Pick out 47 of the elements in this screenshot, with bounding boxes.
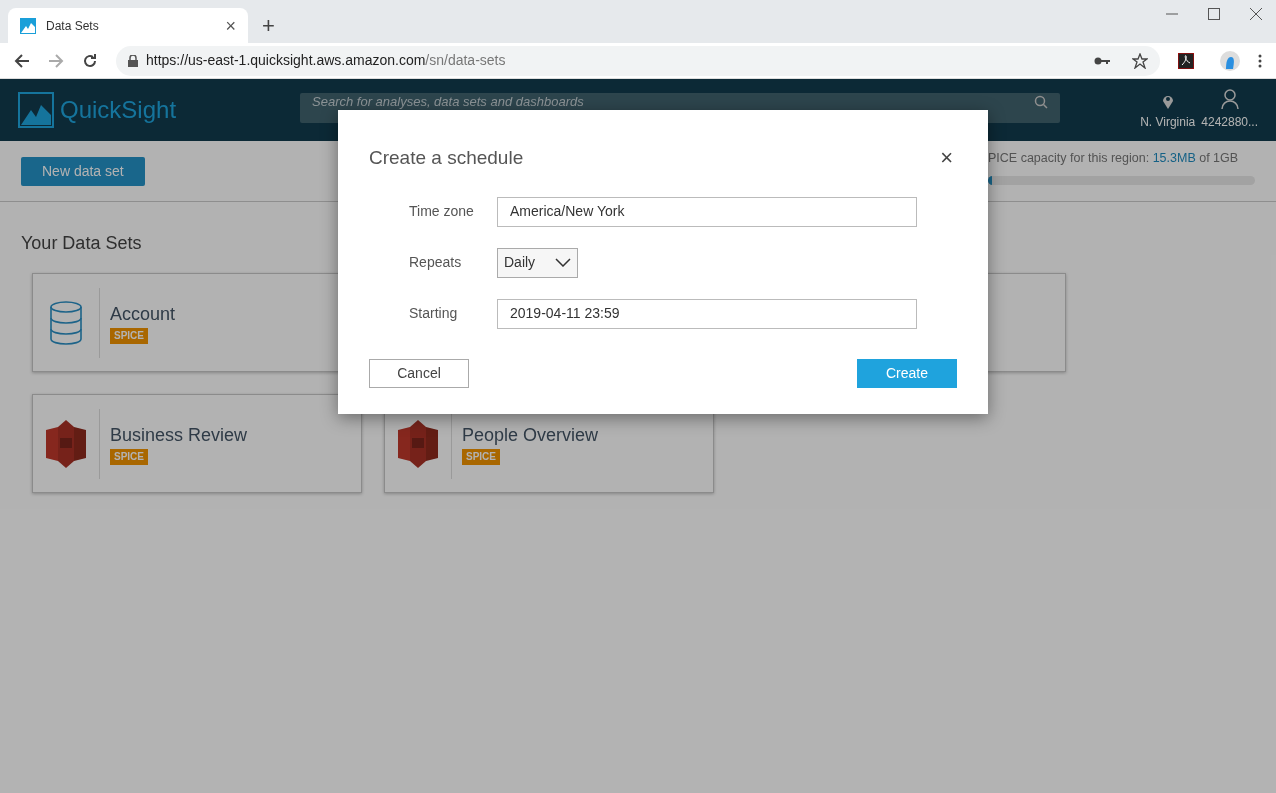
- search-placeholder: Search for analyses, data sets and dashboards: [312, 95, 585, 109]
- spice-label: SPICE: [110, 327, 148, 344]
- text-field[interactable]: America/New York: [497, 196, 917, 227]
- dialog-title: Create a schedule: [369, 146, 524, 170]
- back-icon[interactable]: [14, 52, 30, 69]
- field-label: Starting: [408, 304, 459, 323]
- field-label: Time zone: [408, 202, 475, 221]
- spice-label: SPICE: [462, 448, 500, 465]
- url-text: https://us-east-1.quicksight.aws.amazon.com/sn/data-sets: [146, 51, 507, 70]
- profile-avatar-icon[interactable]: [1220, 50, 1240, 71]
- data-set-card[interactable]: Business Review SPICE: [32, 394, 362, 493]
- new-tab-button[interactable]: +: [262, 15, 275, 37]
- pdf-extension-icon[interactable]: [1178, 52, 1194, 69]
- browser-tab[interactable]: Data Sets ×: [8, 8, 248, 43]
- tab-title: Data Sets: [46, 17, 100, 35]
- section-title: Your Data Sets: [21, 233, 142, 253]
- account-label[interactable]: 4242880...: [1201, 113, 1258, 131]
- repeats-select[interactable]: Daily: [497, 247, 578, 278]
- data-set-name: People Overview: [462, 423, 599, 447]
- key-icon[interactable]: [1094, 55, 1110, 66]
- capacity-text: PICE capacity for this region: 15.3MB of 1GB: [988, 150, 1240, 167]
- data-set-name: Account: [110, 302, 176, 326]
- lock-icon: [128, 54, 138, 67]
- app-logo-text: QuickSight: [60, 95, 178, 125]
- region-label[interactable]: N. Virginia: [1140, 113, 1196, 131]
- data-set-name: Business Review: [110, 423, 248, 447]
- address-field[interactable]: https://us-east-1.quicksight.aws.amazon.com/sn/data-sets: [116, 45, 1160, 76]
- close-button[interactable]: ×: [940, 147, 953, 170]
- field-label: Repeats: [408, 253, 463, 272]
- chart-logo-icon: [20, 17, 36, 34]
- text-field[interactable]: 2019-04-11 23:59: [497, 298, 917, 329]
- location-pin-icon[interactable]: [1161, 93, 1174, 109]
- star-icon[interactable]: [1132, 52, 1148, 69]
- cancel-button[interactable]: Cancel: [369, 358, 469, 388]
- maximize-icon[interactable]: [1208, 8, 1220, 20]
- reload-icon[interactable]: [82, 52, 98, 69]
- user-icon[interactable]: [1220, 89, 1239, 109]
- bucket-icon: [46, 419, 86, 468]
- bucket-icon: [398, 419, 438, 468]
- close-tab-button[interactable]: ×: [225, 16, 236, 35]
- search-icon: [1034, 95, 1048, 109]
- menu-icon[interactable]: [1258, 53, 1262, 68]
- close-icon[interactable]: [1250, 8, 1262, 20]
- quicksight-logo-icon: [18, 92, 54, 128]
- chevron-down-icon: [555, 258, 571, 267]
- spice-label: SPICE: [110, 448, 148, 465]
- database-icon: [49, 300, 83, 345]
